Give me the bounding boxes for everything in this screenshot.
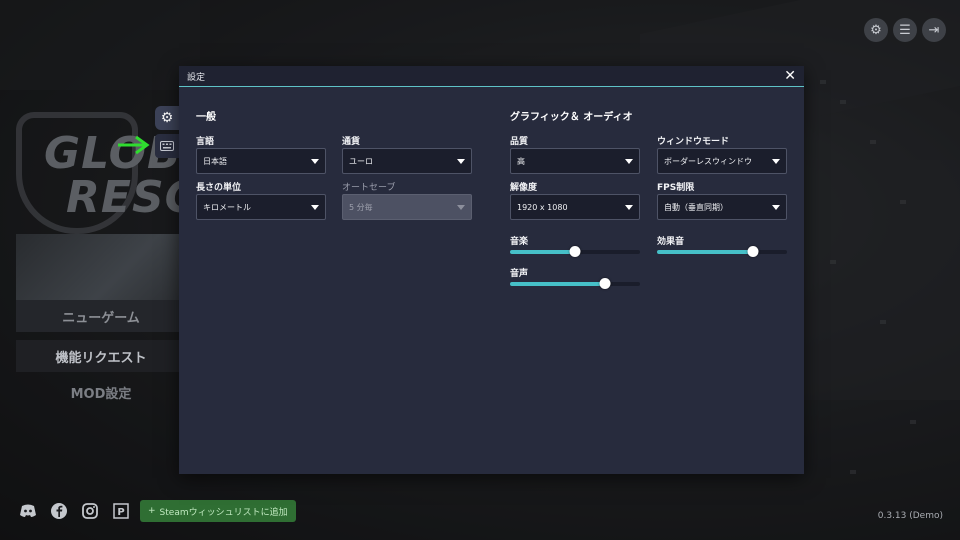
quality-select[interactable]: 高 — [510, 148, 640, 174]
chevron-down-icon — [772, 204, 780, 210]
gear-icon: ⚙ — [160, 110, 174, 126]
fps-limit-select[interactable]: 自動（垂直同期） — [657, 194, 787, 220]
slider-fill — [657, 250, 754, 254]
tab-keybindings[interactable] — [155, 134, 179, 158]
exit-icon: ⇥ — [928, 22, 940, 38]
language-select[interactable]: 日本語 — [196, 148, 326, 174]
menu-new-game[interactable]: ニューゲーム — [16, 300, 186, 332]
chevron-down-icon — [457, 204, 465, 210]
language-value: 日本語 — [203, 156, 227, 166]
fps-limit-value: 自動（垂直同期） — [664, 202, 728, 212]
tab-general-settings[interactable]: ⚙ — [155, 106, 179, 130]
settings-button[interactable]: ⚙ — [864, 18, 888, 42]
keyboard-icon — [160, 141, 174, 151]
slider-fill — [510, 250, 575, 254]
autosave-select: 5 分毎 — [342, 194, 472, 220]
autosave-label: オートセーブ — [342, 183, 396, 193]
music-slider[interactable] — [510, 246, 640, 258]
slider-fill — [510, 282, 605, 286]
plus-icon: + — [148, 506, 156, 516]
svg-text:P: P — [117, 507, 124, 518]
length-unit-value: キロメートル — [203, 202, 251, 212]
language-label: 言語 — [196, 137, 215, 147]
resolution-value: 1920 x 1080 — [517, 202, 568, 212]
version-label: 0.3.13 (Demo) — [877, 511, 943, 521]
menu-mod-settings[interactable]: MOD設定 — [16, 376, 186, 408]
chevron-down-icon — [772, 158, 780, 164]
sfx-slider[interactable] — [657, 246, 787, 258]
instagram-link[interactable] — [79, 500, 101, 522]
menu-feature-request[interactable]: 機能リクエスト — [16, 340, 186, 372]
settings-tabs: ⚙ — [155, 106, 179, 158]
length-unit-select[interactable]: キロメートル — [196, 194, 326, 220]
settings-dialog: 設定 ✕ 一般 言語 日本語 通貨 ユーロ 長さの単位 キロメートル オートセー… — [179, 66, 804, 474]
slider-handle[interactable] — [599, 278, 611, 289]
chevron-down-icon — [311, 158, 319, 164]
window-mode-select[interactable]: ボーダーレスウィンドウ — [657, 148, 787, 174]
chevron-down-icon — [311, 204, 319, 210]
currency-label: 通貨 — [342, 137, 361, 147]
autosave-value: 5 分毎 — [349, 202, 373, 212]
general-heading: 一般 — [196, 112, 216, 123]
exit-button[interactable]: ⇥ — [922, 18, 946, 42]
currency-select[interactable]: ユーロ — [342, 148, 472, 174]
steam-wishlist-button[interactable]: + Steamウィッシュリストに追加 — [140, 500, 296, 522]
graphics-audio-heading: グラフィック＆ オーディオ — [510, 112, 633, 123]
save-thumbnail — [16, 234, 186, 304]
currency-value: ユーロ — [349, 156, 373, 166]
facebook-link[interactable] — [48, 500, 70, 522]
chevron-down-icon — [457, 158, 465, 164]
list-button[interactable]: ☰ — [893, 18, 917, 42]
chevron-down-icon — [625, 204, 633, 210]
list-icon: ☰ — [899, 22, 911, 38]
dialog-header: 設定 ✕ — [179, 66, 804, 87]
quality-label: 品質 — [510, 137, 529, 147]
window-mode-value: ボーダーレスウィンドウ — [664, 156, 752, 166]
patreon-icon: P — [113, 503, 129, 519]
resolution-label: 解像度 — [510, 183, 538, 193]
voice-slider[interactable] — [510, 278, 640, 290]
wishlist-label: Steamウィッシュリストに追加 — [159, 507, 288, 518]
discord-icon — [20, 504, 36, 517]
dialog-title: 設定 — [187, 72, 206, 83]
facebook-icon — [51, 503, 67, 519]
slider-handle[interactable] — [569, 246, 581, 257]
discord-link[interactable] — [17, 500, 39, 522]
window-mode-label: ウィンドウモード — [657, 137, 730, 147]
instagram-icon — [82, 503, 98, 519]
quality-value: 高 — [517, 156, 525, 166]
gear-icon: ⚙ — [870, 22, 882, 38]
close-icon[interactable]: ✕ — [784, 69, 796, 83]
resolution-select[interactable]: 1920 x 1080 — [510, 194, 640, 220]
fps-limit-label: FPS制限 — [657, 183, 695, 193]
green-arrow-icon — [118, 135, 150, 155]
slider-handle[interactable] — [747, 246, 759, 257]
patreon-link[interactable]: P — [110, 500, 132, 522]
chevron-down-icon — [625, 158, 633, 164]
length-unit-label: 長さの単位 — [196, 183, 242, 193]
